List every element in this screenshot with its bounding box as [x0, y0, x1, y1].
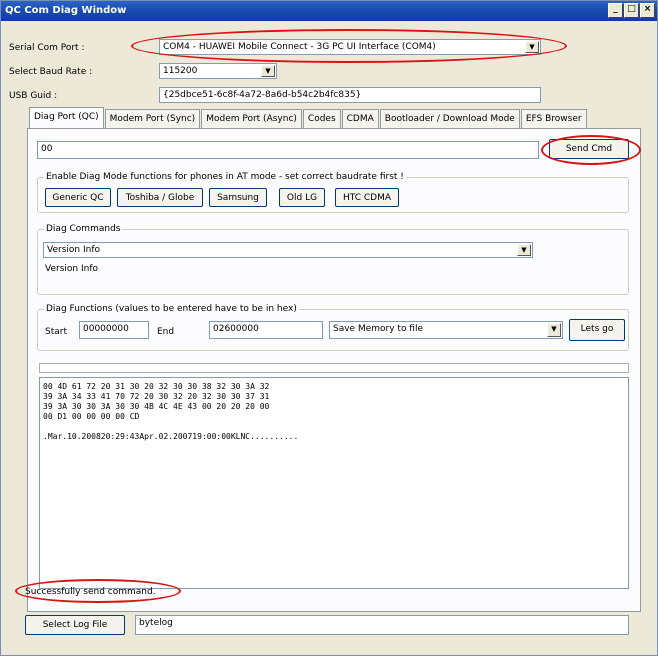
tab-modem-async[interactable]: Modem Port (Async) [201, 109, 302, 129]
tab-efs-browser[interactable]: EFS Browser [520, 109, 587, 129]
annotation-ring-status [15, 579, 181, 603]
title-bar: QC Com Diag Window _ □ × [1, 1, 657, 21]
chevron-down-icon[interactable]: ▼ [547, 323, 561, 337]
annotation-ring-serial-port [131, 29, 567, 63]
tab-modem-sync[interactable]: Modem Port (Sync) [104, 109, 201, 129]
minimize-button[interactable]: _ [608, 3, 623, 18]
output-line: .Mar.10.200820:29:43Apr.02.200719:00:00K… [43, 432, 299, 441]
diag-command-value: Version Info [47, 245, 100, 255]
qc-diag-window: QC Com Diag Window _ □ × Serial Com Port… [0, 0, 658, 656]
tab-cdma[interactable]: CDMA [341, 109, 379, 129]
tab-bootloader[interactable]: Bootloader / Download Mode [379, 109, 520, 129]
progress-bar [39, 363, 629, 373]
tab-strip: Diag Port (QC) Modem Port (Sync) Modem P… [29, 107, 588, 129]
chevron-down-icon[interactable]: ▼ [261, 65, 275, 77]
samsung-button[interactable]: Samsung [209, 188, 267, 207]
at-mode-title: Enable Diag Mode functions for phones in… [44, 172, 406, 182]
output-line: 00 4D 61 72 20 31 30 20 32 30 30 38 32 3… [43, 382, 270, 391]
baud-rate-value: 115200 [163, 66, 198, 76]
serial-port-label: Serial Com Port : [9, 43, 85, 53]
htc-cdma-button[interactable]: HTC CDMA [335, 188, 399, 207]
usb-guid-field[interactable]: {25dbce51-6c8f-4a72-8a6d-b54c2b4fc835} [159, 87, 541, 103]
diag-functions-title: Diag Functions (values to be entered hav… [44, 304, 299, 314]
diag-command-result: Version Info [45, 264, 98, 274]
generic-qc-button[interactable]: Generic QC [45, 188, 111, 207]
function-select[interactable]: Save Memory to file ▼ [329, 321, 563, 339]
tab-codes[interactable]: Codes [302, 109, 341, 129]
function-value: Save Memory to file [333, 324, 424, 334]
start-address-input[interactable]: 00000000 [79, 321, 149, 339]
command-input[interactable]: 00 [37, 141, 539, 159]
start-address-value: 00000000 [83, 324, 129, 334]
diag-command-select[interactable]: Version Info ▼ [43, 242, 533, 258]
maximize-button[interactable]: □ [624, 3, 639, 18]
usb-guid-value: {25dbce51-6c8f-4a72-8a6d-b54c2b4fc835} [163, 90, 362, 100]
lets-go-button[interactable]: Lets go [569, 319, 625, 341]
start-label: Start [45, 327, 67, 337]
baud-rate-select[interactable]: 115200 ▼ [159, 63, 277, 79]
end-address-input[interactable]: 02600000 [209, 321, 323, 339]
annotation-ring-send-cmd [541, 135, 641, 165]
close-button[interactable]: × [640, 3, 655, 18]
toshiba-globe-button[interactable]: Toshiba / Globe [117, 188, 203, 207]
window-title: QC Com Diag Window [5, 5, 127, 16]
baud-rate-label: Select Baud Rate : [9, 67, 93, 77]
diag-commands-group: Diag Commands [37, 224, 629, 295]
output-log[interactable]: 00 4D 61 72 20 31 30 20 32 30 30 38 32 3… [39, 377, 629, 589]
old-lg-button[interactable]: Old LG [279, 188, 325, 207]
end-label: End [157, 327, 175, 337]
window-controls: _ □ × [608, 3, 655, 18]
chevron-down-icon[interactable]: ▼ [517, 244, 531, 256]
output-line: 39 3A 34 33 41 70 72 20 30 32 20 32 30 3… [43, 392, 270, 401]
log-file-input[interactable]: bytelog [135, 615, 629, 635]
log-file-value: bytelog [139, 618, 173, 628]
output-line: 00 D1 00 00 00 00 CD [43, 412, 140, 421]
tab-diag-port[interactable]: Diag Port (QC) [29, 107, 104, 129]
end-address-value: 02600000 [213, 324, 259, 334]
diag-commands-title: Diag Commands [44, 224, 123, 234]
output-line: 39 3A 30 30 3A 30 30 4B 4C 4E 43 00 20 2… [43, 402, 270, 411]
command-value: 00 [41, 144, 53, 154]
select-log-file-button[interactable]: Select Log File [25, 615, 125, 635]
usb-guid-label: USB Guid : [9, 91, 58, 101]
